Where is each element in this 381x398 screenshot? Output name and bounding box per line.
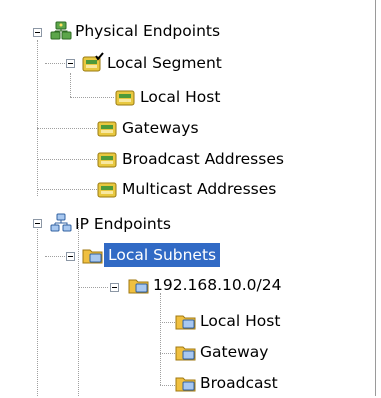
tree-node-local-segment[interactable]: Local Segment	[103, 51, 226, 75]
tree-line	[70, 73, 71, 97]
tree-node-gateways[interactable]: Gateways	[118, 116, 203, 140]
ip-folder-icon	[128, 274, 150, 296]
tree-node-multicast-addresses[interactable]: Multicast Addresses	[118, 177, 280, 201]
network-group-icon	[50, 20, 72, 42]
collapse-local-subnets[interactable]	[66, 252, 75, 261]
tree-line	[70, 97, 114, 98]
tree-line	[160, 385, 175, 386]
ip-network-icon	[50, 212, 72, 234]
panel-border	[375, 0, 376, 396]
tree-line	[37, 223, 38, 396]
endpoint-tree-view[interactable]: Physical Endpoints Local Segment Local H…	[0, 0, 381, 396]
tree-line	[37, 159, 97, 160]
segment-icon	[115, 86, 137, 108]
segment-check-icon	[82, 52, 104, 74]
tree-node-physical-endpoints[interactable]: Physical Endpoints	[71, 19, 224, 43]
ip-folder-icon	[175, 341, 197, 363]
ip-folder-icon	[175, 372, 197, 394]
tree-line	[45, 256, 65, 257]
tree-line	[78, 223, 79, 396]
tree-line	[37, 189, 97, 190]
tree-node-subnet-gateway[interactable]: Gateway	[196, 340, 272, 364]
tree-line	[37, 40, 38, 196]
segment-icon	[97, 178, 119, 200]
collapse-subnet-192-168-10-0[interactable]	[110, 283, 119, 292]
ip-folder-icon	[82, 244, 104, 266]
segment-icon	[97, 117, 119, 139]
segment-icon	[97, 148, 119, 170]
tree-node-local-subnets[interactable]: Local Subnets	[104, 243, 221, 267]
tree-line	[37, 128, 97, 129]
tree-line	[160, 322, 175, 323]
tree-line	[45, 63, 65, 64]
tree-node-ip-endpoints[interactable]: IP Endpoints	[71, 212, 175, 236]
collapse-ip-endpoints[interactable]	[33, 219, 42, 228]
collapse-local-segment[interactable]	[66, 59, 75, 68]
tree-node-subnet-192-168-10-0[interactable]: 192.168.10.0/24	[149, 273, 285, 297]
tree-node-subnet-local-host[interactable]: Local Host	[196, 309, 284, 333]
ip-folder-icon	[175, 310, 197, 332]
tree-line	[78, 287, 108, 288]
tree-line	[160, 353, 175, 354]
tree-node-local-host[interactable]: Local Host	[136, 85, 224, 109]
tree-node-broadcast-addresses[interactable]: Broadcast Addresses	[118, 147, 288, 171]
collapse-physical-endpoints[interactable]	[33, 28, 42, 37]
tree-line	[160, 293, 161, 385]
tree-node-subnet-broadcast[interactable]: Broadcast	[196, 371, 282, 395]
